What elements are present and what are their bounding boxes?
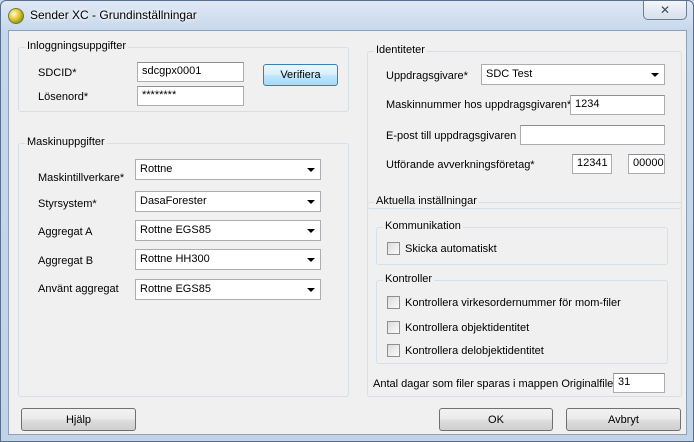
client-value: SDC Test <box>486 68 533 80</box>
company-sub-id-input[interactable]: 00000 <box>628 154 665 174</box>
manufacturer-value: Rottne <box>140 163 173 175</box>
manufacturer-label: Maskintillverkare* <box>38 172 125 184</box>
window-title: Sender XC - Grundinställningar <box>30 8 197 22</box>
checkbox-box[interactable] <box>387 296 400 309</box>
cancel-button[interactable]: Avbryt <box>566 408 681 431</box>
dialog-window: Sender XC - Grundinställningar ✕ Inloggn… <box>0 0 694 442</box>
sdcid-label: SDCID* <box>38 67 77 79</box>
checkbox-box[interactable] <box>387 344 400 357</box>
aggregate-b-value: Rottne HH300 <box>140 253 210 265</box>
chevron-down-icon <box>307 229 315 233</box>
controls-group-title: Kontroller <box>383 273 435 285</box>
company-id-input[interactable]: 12341 <box>572 154 612 174</box>
manufacturer-select[interactable]: Rottne <box>135 159 321 180</box>
control-system-value: DasaForester <box>140 195 207 207</box>
close-button[interactable]: ✕ <box>643 1 687 20</box>
check-subobject-id-checkbox[interactable]: Kontrollera delobjektidentitet <box>387 344 544 357</box>
aggregate-b-select[interactable]: Rottne HH300 <box>135 249 321 270</box>
ok-button[interactable]: OK <box>439 408 553 431</box>
email-label: E-post till uppdragsgivaren <box>386 130 517 142</box>
app-icon <box>8 8 24 24</box>
client-select[interactable]: SDC Test <box>481 64 665 85</box>
password-input[interactable]: ******** <box>137 86 244 106</box>
used-aggregate-select[interactable]: Rottne EGS85 <box>135 279 321 300</box>
chevron-down-icon <box>651 73 659 77</box>
retention-days-label: Antal dagar som filer sparas i mappen Or… <box>373 378 621 390</box>
check-order-number-label: Kontrollera virkesordernummer för mom-fi… <box>405 296 621 309</box>
auto-send-checkbox[interactable]: Skicka automatiskt <box>387 242 497 255</box>
aggregate-a-select[interactable]: Rottne EGS85 <box>135 220 321 241</box>
control-system-select[interactable]: DasaForester <box>135 191 321 212</box>
checkbox-box[interactable] <box>387 242 400 255</box>
used-aggregate-value: Rottne EGS85 <box>140 283 211 295</box>
aggregate-a-value: Rottne EGS85 <box>140 224 211 236</box>
email-input[interactable] <box>520 125 665 145</box>
chevron-down-icon <box>307 258 315 262</box>
communication-group-title: Kommunikation <box>383 220 463 232</box>
settings-group-title: Aktuella inställningar <box>374 195 479 207</box>
sdcid-input[interactable]: sdcgpx0001 <box>137 62 244 82</box>
machine-group-title: Maskinuppgifter <box>25 136 107 148</box>
machine-number-label: Maskinnummer hos uppdragsgivaren* <box>386 99 572 111</box>
check-object-id-label: Kontrollera objektidentitet <box>405 321 530 334</box>
chevron-down-icon <box>307 168 315 172</box>
aggregate-a-label: Aggregat A <box>38 226 93 238</box>
retention-days-input[interactable]: 31 <box>613 373 665 393</box>
company-label: Utförande avverkningsföretag* <box>386 159 535 171</box>
dialog-client-area: Inloggningsuppgifter SDCID* sdcgpx0001 L… <box>8 30 687 435</box>
client-label: Uppdragsgivare* <box>386 70 468 82</box>
machine-number-input[interactable]: 1234 <box>570 95 665 115</box>
chevron-down-icon <box>307 288 315 292</box>
verify-button[interactable]: Verifiera <box>263 64 338 86</box>
title-bar: Sender XC - Grundinställningar ✕ <box>1 1 693 31</box>
auto-send-label: Skicka automatiskt <box>405 242 497 255</box>
check-order-number-checkbox[interactable]: Kontrollera virkesordernummer för mom-fi… <box>387 296 621 309</box>
machine-group: Maskinuppgifter Maskintillverkare* Rottn… <box>18 136 349 397</box>
controls-group: Kontroller Kontrollera virkesordernummer… <box>376 273 668 364</box>
communication-group: Kommunikation Skicka automatiskt <box>376 220 668 265</box>
help-button[interactable]: Hjälp <box>21 408 136 431</box>
used-aggregate-label: Använt aggregat <box>38 283 119 295</box>
identities-group: Identiteter Uppdragsgivare* SDC Test Mas… <box>367 44 682 209</box>
control-system-label: Styrsystem* <box>38 198 97 210</box>
password-label: Lösenord* <box>38 91 89 103</box>
settings-group: Aktuella inställningar Kommunikation Ski… <box>367 195 682 397</box>
chevron-down-icon <box>307 200 315 204</box>
identities-group-title: Identiteter <box>374 44 427 56</box>
login-group-title: Inloggningsuppgifter <box>25 40 129 52</box>
checkbox-box[interactable] <box>387 321 400 334</box>
check-subobject-id-label: Kontrollera delobjektidentitet <box>405 344 544 357</box>
check-object-id-checkbox[interactable]: Kontrollera objektidentitet <box>387 321 529 334</box>
aggregate-b-label: Aggregat B <box>38 255 94 267</box>
login-group: Inloggningsuppgifter SDCID* sdcgpx0001 L… <box>18 40 349 112</box>
